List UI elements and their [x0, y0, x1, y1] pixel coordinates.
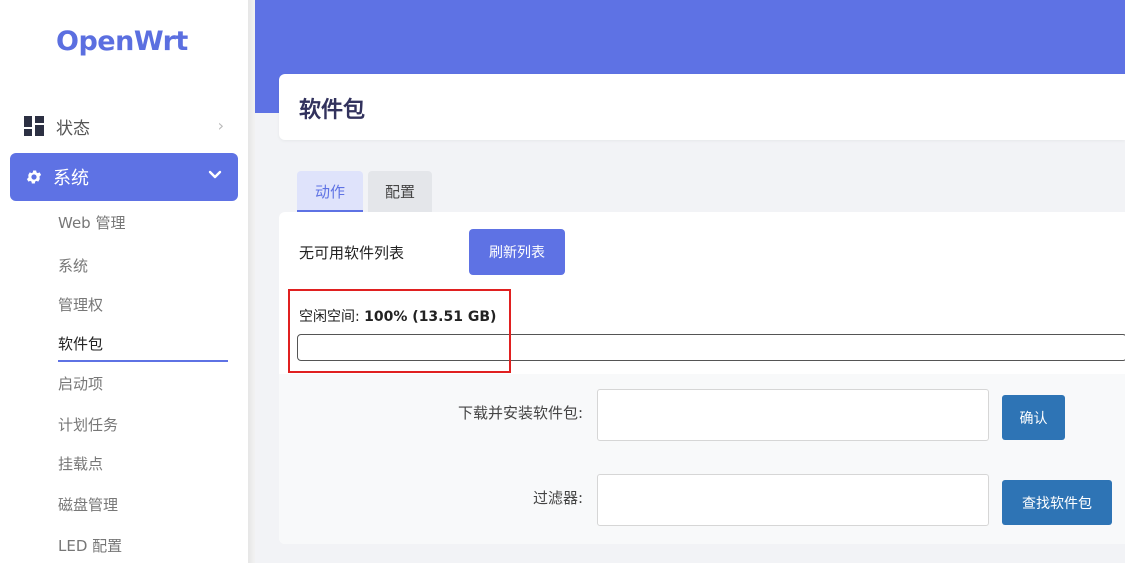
no-package-list-text: 无可用软件列表 [299, 244, 405, 262]
install-filter-section: 下载并安装软件包: 确认 过滤器: 查找软件包 [279, 374, 1125, 544]
sidebar-sub-mount-points[interactable]: 挂载点 [58, 453, 103, 474]
sidebar-sub-led-config[interactable]: LED 配置 [58, 535, 122, 556]
sidebar-item-status-label: 状态 [56, 118, 90, 139]
active-item-underline [58, 360, 228, 362]
sidebar-sub-admin[interactable]: 管理权 [58, 294, 103, 315]
chevron-down-icon [208, 170, 222, 179]
brand-logo[interactable]: OpenWrt [56, 26, 188, 57]
tab-actions[interactable]: 动作 [297, 171, 363, 212]
sidebar-sub-startup[interactable]: 启动项 [58, 373, 103, 394]
install-package-label: 下载并安装软件包: [457, 404, 583, 422]
install-package-input[interactable] [597, 389, 989, 441]
sidebar-item-status[interactable]: 状态 › [24, 110, 224, 142]
gear-icon [26, 170, 42, 184]
find-package-button[interactable]: 查找软件包 [1002, 480, 1112, 525]
sidebar: OpenWrt 状态 › 系统 Web 管理 系统 管理权 软件包 启动项 计划… [0, 0, 248, 563]
filter-label: 过滤器: [532, 489, 583, 507]
sidebar-sub-system[interactable]: 系统 [58, 255, 88, 276]
dashboard-icon [24, 116, 44, 136]
app-root: OpenWrt 状态 › 系统 Web 管理 系统 管理权 软件包 启动项 计划… [0, 0, 1125, 563]
actions-panel: 无可用软件列表 刷新列表 空闲空间: 100% (13.51 GB) 下载并安装… [279, 212, 1125, 544]
confirm-button[interactable]: 确认 [1002, 395, 1065, 440]
sidebar-sub-disk-management[interactable]: 磁盘管理 [58, 494, 118, 515]
tab-configuration-label: 配置 [384, 183, 415, 201]
title-card: 软件包 [279, 74, 1125, 140]
chevron-right-icon: › [217, 116, 224, 135]
page-title: 软件包 [299, 98, 366, 123]
sidebar-item-system-label: 系统 [53, 168, 89, 189]
filter-input[interactable] [597, 474, 989, 526]
highlight-annotation-box [288, 289, 511, 373]
sidebar-item-system[interactable]: 系统 [10, 153, 238, 201]
sidebar-sub-scheduled-tasks[interactable]: 计划任务 [58, 414, 118, 435]
refresh-list-button[interactable]: 刷新列表 [469, 229, 565, 275]
tab-actions-label: 动作 [314, 183, 345, 201]
tab-configuration[interactable]: 配置 [368, 171, 432, 212]
sidebar-shadow [248, 0, 255, 563]
sidebar-sub-packages[interactable]: 软件包 [58, 333, 103, 354]
sidebar-sub-web-admin[interactable]: Web 管理 [58, 212, 125, 233]
